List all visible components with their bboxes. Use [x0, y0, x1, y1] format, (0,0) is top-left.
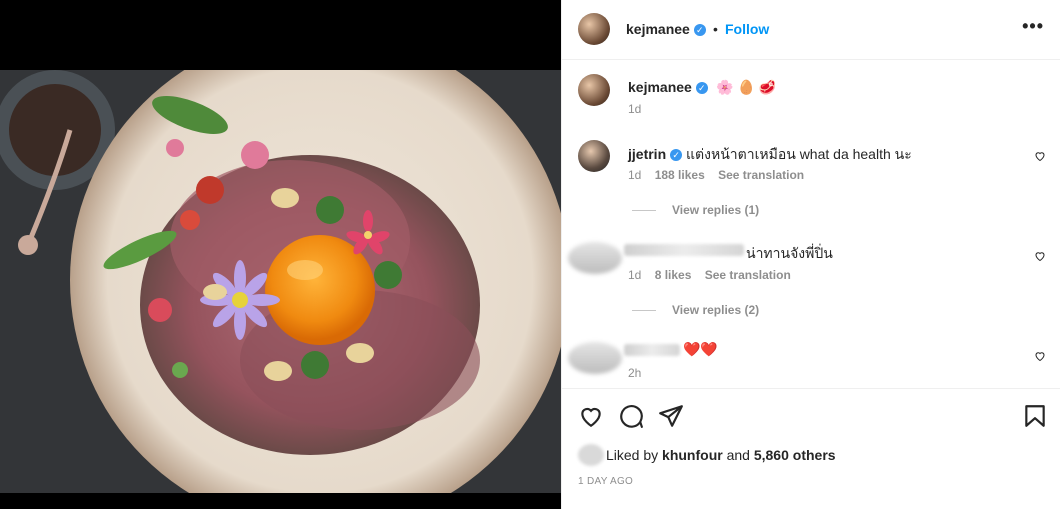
- liked-by-and: and: [726, 447, 750, 463]
- comment-username-blurred: [624, 244, 744, 256]
- caption-time: 1d: [628, 102, 642, 116]
- comment-text: น่าทานจังพี่ปิ่น: [746, 245, 833, 261]
- comment-avatar[interactable]: [568, 342, 622, 374]
- post-header: kejmanee ✓ • Follow •••: [562, 0, 1060, 60]
- heart-icon[interactable]: [578, 403, 604, 429]
- comment-meta: 1d 188 likes See translation: [628, 168, 814, 182]
- caption-username[interactable]: kejmanee: [628, 79, 692, 95]
- post-side-panel: kejmanee ✓ • Follow ••• kejmanee ✓ 🌸 🥚 🥩 1…: [561, 0, 1060, 509]
- post-date[interactable]: 1 DAY AGO: [578, 476, 633, 487]
- follow-button[interactable]: Follow: [725, 21, 769, 37]
- comment-1: jjetrin ✓ แต่งหน้าตาเหมือน what da health…: [628, 144, 912, 166]
- heart-icon[interactable]: [1034, 150, 1046, 162]
- comment-username-blurred: [624, 344, 680, 356]
- comment-meta: 1d 8 likes See translation: [628, 268, 801, 282]
- author-username-header[interactable]: kejmanee ✓: [626, 21, 706, 39]
- verified-badge-icon: ✓: [670, 149, 683, 162]
- author-avatar[interactable]: [578, 13, 610, 45]
- comment-time[interactable]: 1d: [628, 268, 641, 282]
- separator-dot: •: [713, 21, 718, 37]
- liked-by-avatar[interactable]: [578, 444, 604, 466]
- comment-username[interactable]: jjetrin: [628, 146, 666, 162]
- caption-avatar[interactable]: [578, 74, 610, 106]
- comment-likes[interactable]: 188 likes: [655, 168, 705, 182]
- share-icon[interactable]: [658, 403, 684, 429]
- caption-line: kejmanee ✓ 🌸 🥚 🥩: [628, 79, 776, 97]
- comment-avatar[interactable]: [568, 242, 622, 274]
- food-photo: [0, 70, 561, 493]
- bookmark-icon[interactable]: [1022, 403, 1048, 429]
- comment-time[interactable]: 1d: [628, 168, 641, 182]
- comment-icon[interactable]: [618, 403, 644, 429]
- post-actions: Liked by khunfour and 5,860 others 1 DAY…: [562, 388, 1060, 509]
- comment-likes[interactable]: 8 likes: [655, 268, 692, 282]
- view-replies-button[interactable]: View replies (1): [632, 203, 759, 217]
- liked-by-user[interactable]: khunfour: [662, 447, 723, 463]
- verified-badge-icon: ✓: [695, 81, 708, 94]
- more-options-icon[interactable]: •••: [1022, 16, 1044, 37]
- author-username[interactable]: kejmanee: [626, 21, 690, 37]
- verified-badge-icon: ✓: [693, 23, 706, 36]
- see-translation-link[interactable]: See translation: [705, 268, 791, 282]
- comment-text: แต่งหน้าตาเหมือน what da health นะ: [686, 146, 912, 162]
- heart-icon[interactable]: [1034, 350, 1046, 362]
- likes-count[interactable]: 5,860 others: [754, 447, 836, 463]
- comment-avatar[interactable]: [578, 140, 610, 172]
- caption-text: 🌸 🥚 🥩: [716, 79, 777, 95]
- liked-by-prefix: Liked by: [606, 447, 659, 463]
- heart-icon[interactable]: [1034, 250, 1046, 262]
- view-replies-button[interactable]: View replies (2): [632, 303, 759, 317]
- post-media[interactable]: [0, 0, 561, 509]
- see-translation-link[interactable]: See translation: [718, 168, 804, 182]
- liked-by-text: Liked by khunfour and 5,860 others: [606, 447, 836, 463]
- comment-time[interactable]: 2h: [628, 366, 641, 380]
- comment-text: ❤️❤️: [683, 341, 718, 357]
